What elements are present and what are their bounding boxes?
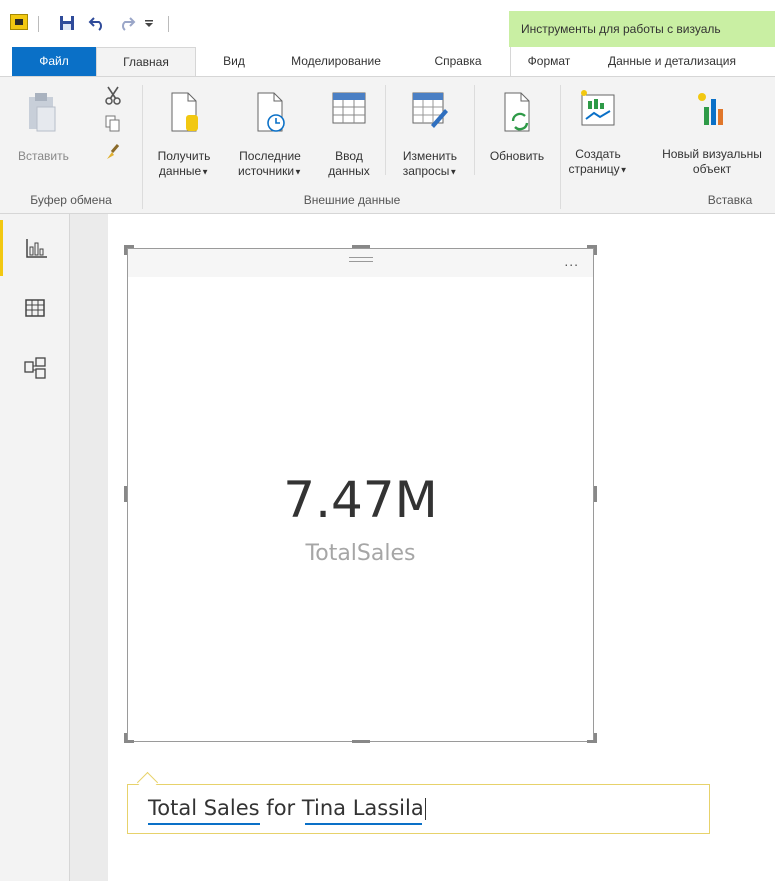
scissors-icon	[105, 86, 121, 105]
toolbar-divider	[38, 16, 39, 32]
recent-sources-button[interactable]: Последние источники▼	[224, 91, 316, 179]
canvas-gutter	[70, 214, 108, 881]
tab-data-drill[interactable]: Данные и детализация	[600, 47, 775, 76]
edit-queries-label: Изменить	[402, 149, 458, 163]
enter-data-label-2: данных	[328, 164, 370, 178]
tab-modeling[interactable]: Моделирование	[272, 47, 400, 76]
card-visual[interactable]: ... 7.47M TotalSales	[127, 248, 594, 742]
model-view-icon	[24, 357, 46, 379]
resize-handle-right[interactable]	[594, 486, 597, 502]
qa-term-for: for	[259, 796, 302, 820]
data-view-icon	[25, 299, 45, 317]
resize-handle-corner[interactable]	[594, 245, 597, 255]
copy-button[interactable]	[102, 115, 124, 137]
table-icon	[332, 92, 366, 124]
new-visual-label-2: объект	[692, 162, 732, 176]
copy-icon	[105, 115, 120, 132]
new-visual-icon	[698, 93, 723, 125]
ribbon: Вставить Буфер обмена Получить данные▼ П…	[0, 76, 775, 214]
brush-icon	[107, 144, 120, 159]
model-view-button[interactable]	[0, 340, 70, 396]
qa-term-total-sales: Total Sales	[148, 796, 260, 820]
view-switcher	[0, 214, 70, 881]
cut-button[interactable]	[102, 85, 124, 109]
recent-sources-label: Последние	[239, 149, 301, 163]
undo-icon[interactable]	[86, 12, 108, 34]
paste-icon	[29, 93, 56, 132]
tab-home[interactable]: Главная	[96, 47, 196, 76]
refresh-icon	[504, 92, 530, 132]
group-divider	[142, 85, 143, 209]
qa-question-text[interactable]: Total Sales for Tina Lassila	[148, 796, 426, 820]
qa-term-underline	[305, 823, 422, 825]
get-data-label: Получить	[157, 149, 211, 163]
quick-access-toolbar: Инструменты для работы с визуаль	[0, 0, 775, 47]
resize-handle-corner[interactable]	[594, 733, 597, 743]
get-data-icon	[171, 92, 198, 132]
format-painter-button[interactable]	[102, 143, 124, 165]
recent-sources-label-2: источники	[238, 164, 295, 178]
context-tab-header: Инструменты для работы с визуаль	[509, 11, 775, 47]
card-value: 7.47M	[283, 471, 438, 529]
edit-queries-button[interactable]: Изменить запросы▼	[390, 91, 470, 179]
refresh-button[interactable]: Обновить	[478, 91, 556, 164]
external-data-group-label: Внешние данные	[303, 193, 401, 207]
more-options-icon[interactable]: ...	[564, 253, 579, 269]
new-page-label-2: страницу	[568, 162, 620, 176]
report-view-button[interactable]	[0, 220, 70, 276]
paste-label: Вставить	[18, 149, 69, 163]
resize-handle-top[interactable]	[352, 245, 370, 248]
resize-handle-left[interactable]	[124, 486, 127, 502]
ribbon-tabs: Файл Главная Вид Моделирование Справка Ф…	[0, 47, 775, 76]
tab-file[interactable]: Файл	[12, 47, 96, 76]
new-page-icon	[581, 90, 615, 126]
clipboard-group-label: Буфер обмена	[30, 193, 112, 207]
edit-queries-icon	[412, 92, 448, 128]
edit-queries-label-2: запросы	[402, 164, 450, 178]
qa-term-name: Tina Lassila	[301, 796, 424, 820]
get-data-label-2: данные	[158, 164, 202, 178]
resize-handle-corner[interactable]	[124, 733, 127, 743]
group-divider	[385, 85, 386, 175]
paste-button[interactable]: Вставить	[18, 91, 69, 164]
new-visual-label: Новый визуальны	[662, 147, 762, 161]
save-icon[interactable]	[56, 12, 78, 34]
insert-group-label: Вставка	[707, 193, 753, 207]
qa-term-underline	[148, 823, 260, 825]
redo-icon[interactable]	[116, 12, 138, 34]
card-label: TotalSales	[305, 541, 416, 566]
recent-sources-icon	[257, 92, 285, 132]
data-view-button[interactable]	[0, 280, 70, 336]
text-cursor	[424, 798, 426, 820]
resize-handle-bottom[interactable]	[352, 740, 370, 743]
enter-data-button[interactable]: Ввод данных	[318, 91, 380, 179]
customize-toolbar-icon[interactable]	[142, 12, 156, 34]
new-page-label: Создать	[575, 147, 621, 161]
tab-help[interactable]: Справка	[418, 47, 498, 76]
resize-handle-corner[interactable]	[124, 245, 127, 255]
tab-view[interactable]: Вид	[212, 47, 256, 76]
get-data-button[interactable]: Получить данные▼	[146, 91, 222, 179]
new-visual-button[interactable]: Новый визуальны объект	[646, 89, 775, 177]
drag-grip-icon[interactable]	[349, 257, 373, 265]
group-divider	[560, 85, 561, 209]
powerbi-logo-icon	[10, 14, 28, 30]
qa-input-box[interactable]: Total Sales for Tina Lassila	[127, 771, 710, 834]
refresh-label: Обновить	[489, 149, 545, 163]
report-view-icon	[25, 239, 47, 258]
enter-data-label: Ввод	[335, 149, 363, 163]
new-page-button[interactable]: Создать страницу▼	[562, 89, 634, 177]
tab-format[interactable]: Формат	[510, 47, 587, 76]
group-divider	[474, 85, 475, 175]
toolbar-divider	[168, 16, 169, 32]
